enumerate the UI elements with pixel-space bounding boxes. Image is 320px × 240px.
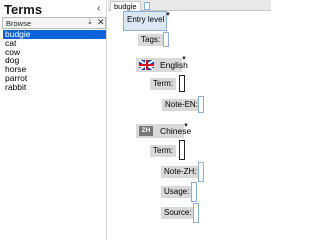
close-icon[interactable]: ✕ — [97, 17, 105, 28]
entry-level-label: Entry level — [127, 15, 165, 24]
chinese-note-field[interactable] — [198, 162, 204, 182]
chinese-term-label: Term: — [150, 145, 176, 157]
tab-budgie[interactable]: budgie — [110, 1, 141, 11]
chinese-note-label: Note-ZH: — [161, 166, 200, 178]
uk-flag-icon — [139, 60, 154, 70]
tags-label: Tags: — [138, 34, 164, 46]
triangle-down-icon[interactable]: ▼ — [183, 123, 189, 129]
pane-title: Terms — [4, 2, 43, 17]
zh-badge-icon: ZH — [139, 126, 153, 136]
triangle-down-icon[interactable]: ▼ — [165, 12, 171, 18]
browse-label: Browse — [6, 19, 32, 28]
tab-headword-field[interactable] — [144, 2, 150, 10]
english-note-label: Note-EN: — [162, 99, 201, 111]
tab-bar: budgie — [108, 0, 271, 11]
left-pane: Terms ‹ Browse ⇣ ✕ budgie cat cow dog ho… — [0, 0, 107, 240]
right-pane: budgie — [108, 0, 271, 240]
browse-header: Browse ⇣ ✕ — [2, 17, 106, 29]
english-note-field[interactable] — [198, 96, 204, 113]
english-term-field[interactable] — [179, 75, 185, 92]
list-item-rabbit[interactable]: rabbit — [3, 82, 106, 92]
entry-level-dropdown[interactable]: Entry level — [123, 11, 167, 31]
triangle-down-icon[interactable]: ▼ — [181, 56, 187, 62]
pin-icon[interactable]: ⇣ — [87, 18, 93, 26]
collapse-pane-button[interactable]: ‹ — [97, 3, 100, 14]
tags-field[interactable] — [163, 32, 169, 47]
list-item-budgie[interactable]: budgie — [3, 30, 106, 39]
english-writing-system[interactable]: English — [136, 58, 188, 72]
chinese-term-field[interactable] — [179, 140, 185, 160]
chinese-source-field[interactable] — [193, 203, 199, 223]
chinese-usage-field[interactable] — [191, 182, 197, 202]
chinese-usage-label: Usage: — [161, 186, 193, 198]
chinese-source-label: Source: — [161, 207, 195, 219]
chinese-writing-system[interactable]: ZH Chinese — [136, 124, 191, 138]
english-term-label: Term: — [150, 78, 176, 90]
word-list: budgie cat cow dog horse parrot rabbit — [3, 30, 106, 92]
